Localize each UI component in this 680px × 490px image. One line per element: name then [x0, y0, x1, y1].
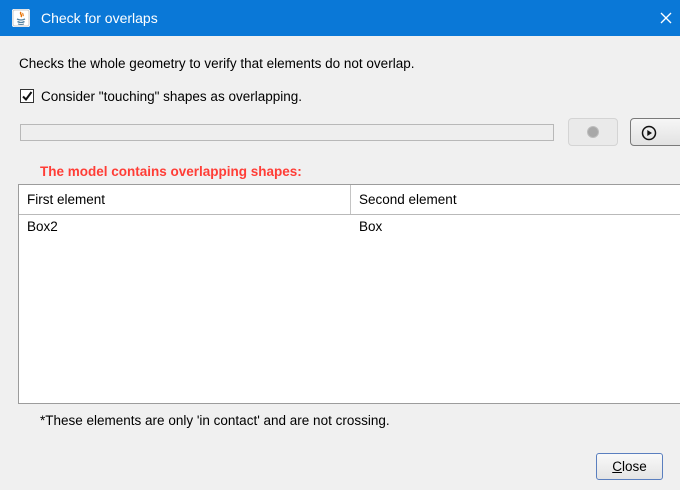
touching-checkbox-label: Consider "touching" shapes as overlappin… [41, 88, 302, 104]
table-row[interactable]: Box2 Box [19, 215, 680, 239]
table-header: First element Second element [19, 185, 680, 215]
cell-second-element: Box [359, 219, 383, 234]
stop-icon [587, 126, 599, 138]
window-title: Check for overlaps [41, 10, 158, 26]
check-overlaps-dialog: Check for overlaps Checks the whole geom… [0, 0, 680, 490]
java-app-icon [12, 9, 30, 27]
play-icon [641, 125, 657, 141]
close-button-label: lose [621, 459, 647, 474]
touching-checkbox-row[interactable]: Consider "touching" shapes as overlappin… [20, 87, 302, 105]
progress-bar [20, 124, 554, 141]
checkmark-icon [22, 91, 33, 102]
description-text: Checks the whole geometry to verify that… [19, 56, 415, 71]
close-x-icon[interactable] [652, 6, 680, 30]
stop-button[interactable] [568, 118, 618, 146]
run-button[interactable] [630, 118, 680, 146]
title-bar: Check for overlaps [0, 0, 680, 36]
overlaps-table: First element Second element Box2 Box [18, 184, 680, 404]
overlap-heading: The model contains overlapping shapes: [40, 164, 302, 179]
close-button[interactable]: Close [596, 453, 663, 480]
footnote-text: *These elements are only 'in contact' an… [40, 413, 390, 428]
cell-first-element: Box2 [27, 219, 58, 234]
close-button-mnemonic: C [612, 459, 622, 474]
column-header-first-element[interactable]: First element [19, 185, 351, 214]
touching-checkbox[interactable] [20, 89, 34, 103]
column-header-second-element[interactable]: Second element [351, 185, 680, 214]
